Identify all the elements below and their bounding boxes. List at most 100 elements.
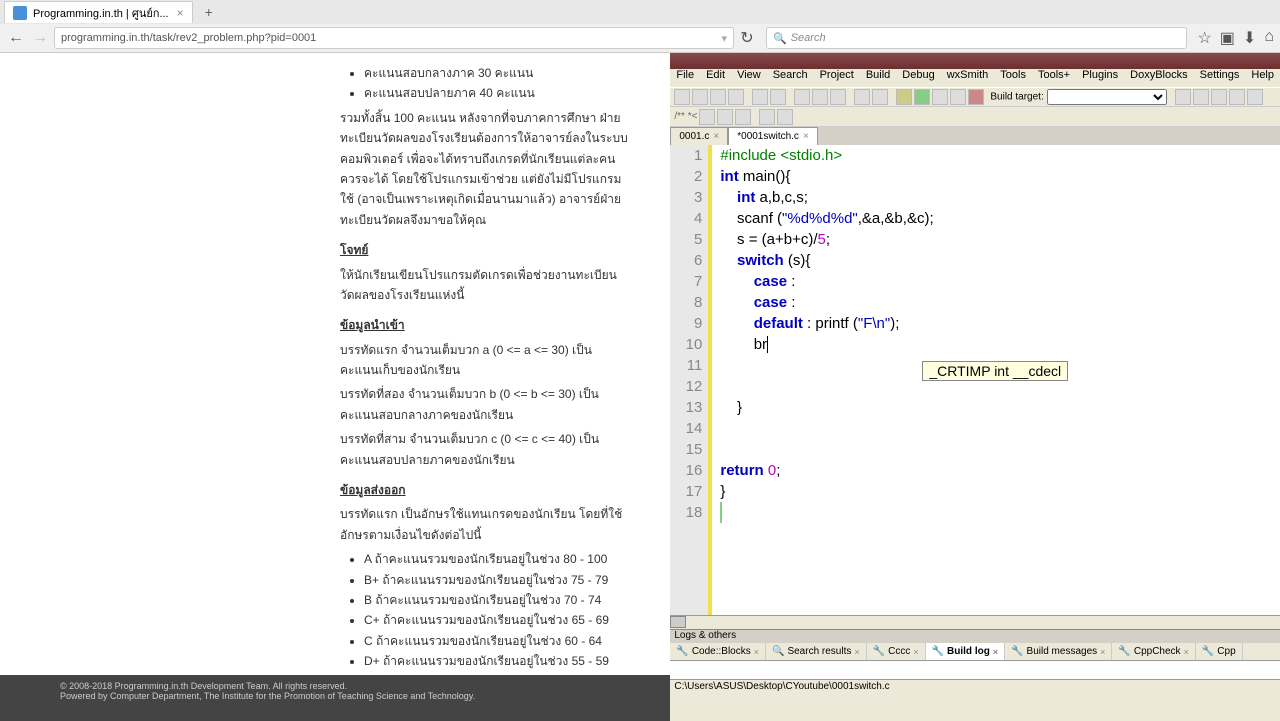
log-tab[interactable]: 🔧Build messages×: [1005, 643, 1112, 660]
nav-back-icon[interactable]: [759, 109, 775, 125]
url-text: programming.in.th/task/rev2_problem.php?…: [61, 32, 316, 44]
input-line: บรรทัดที่สอง จำนวนเต็มบวก b (0 <= b <= 3…: [340, 384, 630, 425]
menu-build[interactable]: Build: [866, 69, 890, 87]
list-item: คะแนนสอบกลางภาค 30 คะแนน: [364, 63, 630, 83]
tool-icon[interactable]: [735, 109, 751, 125]
input-heading: ข้อมูลนำเข้า: [340, 315, 630, 335]
debug-start-icon[interactable]: [1175, 89, 1191, 105]
paste-icon[interactable]: [830, 89, 846, 105]
ide-menubar: File Edit View Search Project Build Debu…: [670, 69, 1280, 87]
code-editor[interactable]: 123456789101112131415161718 #include <st…: [670, 145, 1280, 615]
list-item: A ถ้าคะแนนรวมของนักเรียนอยู่ในช่วง 80 - …: [364, 549, 630, 569]
menu-help[interactable]: Help: [1251, 69, 1274, 87]
list-item: C+ ถ้าคะแนนรวมของนักเรียนอยู่ในช่วง 65 -…: [364, 610, 630, 630]
debug-step-over-icon[interactable]: [1211, 89, 1227, 105]
debug-stop-icon[interactable]: [1247, 89, 1263, 105]
tool-icon[interactable]: [699, 109, 715, 125]
editor-tab[interactable]: *0001switch.c×: [728, 127, 818, 145]
save-all-icon[interactable]: [728, 89, 744, 105]
reload-button[interactable]: ↻: [738, 28, 756, 48]
menu-plugins[interactable]: Plugins: [1082, 69, 1118, 87]
build-run-icon[interactable]: [932, 89, 948, 105]
favicon: [13, 6, 27, 20]
build-icon[interactable]: [896, 89, 912, 105]
top-list: คะแนนสอบกลางภาค 30 คะแนน คะแนนสอบปลายภาค…: [364, 63, 630, 104]
menu-search[interactable]: Search: [773, 69, 808, 87]
menu-toolsplus[interactable]: Tools+: [1038, 69, 1070, 87]
debug-step-icon[interactable]: [1193, 89, 1209, 105]
search-placeholder: Search: [791, 32, 826, 44]
close-icon[interactable]: ×: [803, 131, 809, 142]
intro-para: รวมทั้งสิ้น 100 คะแนน หลังจากที่จบภาคการ…: [340, 108, 630, 230]
editor-tab-bar: 0001.c× *0001switch.c×: [670, 127, 1280, 145]
dropdown-icon[interactable]: ▾: [721, 32, 727, 45]
tool-icon[interactable]: [717, 109, 733, 125]
new-file-icon[interactable]: [674, 89, 690, 105]
list-item: D+ ถ้าคะแนนรวมของนักเรียนอยู่ในช่วง 55 -…: [364, 651, 630, 671]
input-line: บรรทัดที่สาม จำนวนเต็มบวก c (0 <= c <= 4…: [340, 429, 630, 470]
menu-project[interactable]: Project: [820, 69, 854, 87]
save-icon[interactable]: [710, 89, 726, 105]
log-tab[interactable]: 🔧CppCheck×: [1112, 643, 1195, 660]
forward-button[interactable]: →: [30, 28, 50, 48]
ide-toolbar-1: Build target:: [670, 87, 1280, 107]
url-bar[interactable]: programming.in.th/task/rev2_problem.php?…: [54, 27, 734, 49]
abort-icon[interactable]: [968, 89, 984, 105]
code-area[interactable]: #include <stdio.h> int main(){ int a,b,c…: [712, 145, 1280, 615]
ide-titlebar[interactable]: [670, 53, 1280, 69]
logs-tab-bar: 🔧Code::Blocks× 🔍Search results× 🔧Cccc× 🔧…: [670, 643, 1280, 661]
logs-header[interactable]: Logs & others: [670, 629, 1280, 643]
editor-tab[interactable]: 0001.c×: [670, 127, 728, 145]
menu-view[interactable]: View: [737, 69, 761, 87]
tab-title: Programming.in.th | ศูนย์ก...: [33, 4, 169, 22]
pocket-icon[interactable]: ▣: [1220, 28, 1235, 48]
code-tooltip: _CRTIMP int __cdecl: [922, 361, 1068, 381]
objective-text: ให้นักเรียนเขียนโปรแกรมตัดเกรดเพื่อช่วยง…: [340, 265, 630, 306]
star-icon[interactable]: ☆: [1197, 28, 1211, 48]
new-tab-button[interactable]: +: [199, 4, 219, 20]
horizontal-scrollbar[interactable]: [670, 615, 1280, 629]
run-icon[interactable]: [914, 89, 930, 105]
debug-step-out-icon[interactable]: [1229, 89, 1245, 105]
undo-icon[interactable]: [752, 89, 768, 105]
menu-wxsmith[interactable]: wxSmith: [947, 69, 989, 87]
log-tab[interactable]: 🔧Cccc×: [867, 643, 926, 660]
objective-heading: โจทย์: [340, 240, 630, 260]
find-icon[interactable]: [854, 89, 870, 105]
input-line: บรรทัดแรก จำนวนเต็มบวก a (0 <= a <= 30) …: [340, 340, 630, 381]
log-tab[interactable]: 🔧Cpp: [1196, 643, 1243, 660]
browser-tab[interactable]: Programming.in.th | ศูนย์ก... ×: [4, 1, 193, 23]
page-footer: © 2008-2018 Programming.in.th Developmen…: [0, 675, 670, 721]
nav-fwd-icon[interactable]: [777, 109, 793, 125]
output-desc: บรรทัดแรก เป็นอักษรใช้แทนเกรดของนักเรียน…: [340, 504, 630, 545]
download-icon[interactable]: ⬇: [1243, 28, 1256, 48]
menu-debug[interactable]: Debug: [902, 69, 934, 87]
cut-icon[interactable]: [794, 89, 810, 105]
log-tab[interactable]: 🔧Build log×: [926, 643, 1006, 660]
menu-settings[interactable]: Settings: [1200, 69, 1240, 87]
copy-icon[interactable]: [812, 89, 828, 105]
log-tab[interactable]: 🔧Code::Blocks×: [670, 643, 766, 660]
output-heading: ข้อมูลส่งออก: [340, 480, 630, 500]
build-target-select[interactable]: [1047, 89, 1167, 105]
search-icon: 🔍: [773, 32, 787, 45]
logs-body[interactable]: [670, 661, 1280, 679]
open-icon[interactable]: [692, 89, 708, 105]
build-target-label: Build target:: [990, 92, 1043, 103]
replace-icon[interactable]: [872, 89, 888, 105]
menu-file[interactable]: File: [676, 69, 694, 87]
list-item: B+ ถ้าคะแนนรวมของนักเรียนอยู่ในช่วง 75 -…: [364, 570, 630, 590]
menu-edit[interactable]: Edit: [706, 69, 725, 87]
back-button[interactable]: ←: [6, 28, 26, 48]
home-icon[interactable]: ⌂: [1264, 28, 1274, 48]
log-tab[interactable]: 🔍Search results×: [766, 643, 867, 660]
rebuild-icon[interactable]: [950, 89, 966, 105]
close-icon[interactable]: ×: [177, 6, 184, 20]
menu-tools[interactable]: Tools: [1000, 69, 1026, 87]
ide-toolbar-2: /** *<: [670, 107, 1280, 127]
menu-doxyblocks[interactable]: DoxyBlocks: [1130, 69, 1187, 87]
search-bar[interactable]: 🔍 Search: [766, 27, 1187, 49]
close-icon[interactable]: ×: [713, 131, 719, 142]
redo-icon[interactable]: [770, 89, 786, 105]
list-item: คะแนนสอบปลายภาค 40 คะแนน: [364, 83, 630, 103]
